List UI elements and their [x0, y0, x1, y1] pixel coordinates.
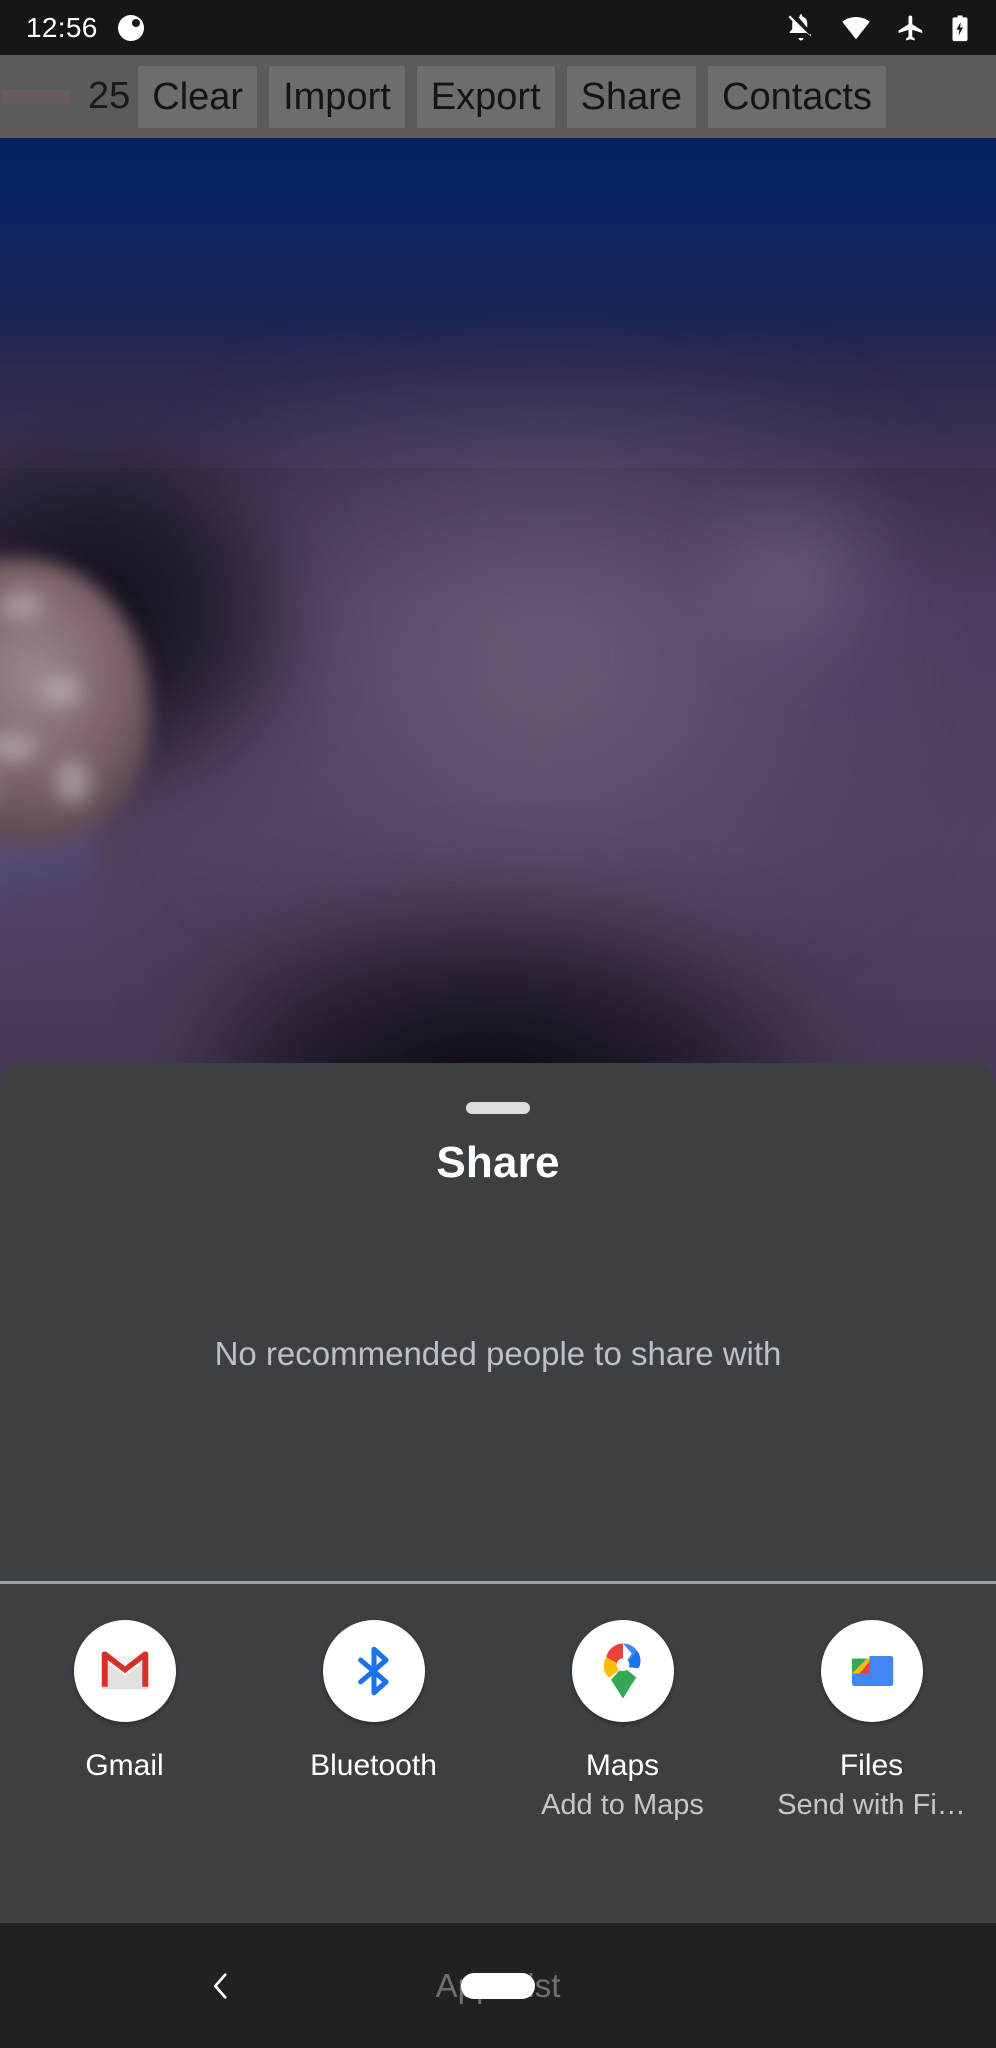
no-recommended-people-message: No recommended people to share with: [214, 1335, 782, 1372]
share-target-subtitle: Add to Maps: [541, 1789, 704, 1821]
share-button[interactable]: Share: [566, 65, 697, 128]
clear-button[interactable]: Clear: [138, 65, 258, 128]
share-targets-row: Gmail Bluetooth Maps Add to Maps Files S…: [0, 1584, 996, 1923]
system-navigation-bar: Apps list: [0, 1923, 996, 2048]
status-bar: 12:56: [0, 0, 996, 55]
share-target-files[interactable]: Files Send with Fi…: [747, 1584, 996, 1923]
share-target-maps[interactable]: Maps Add to Maps: [498, 1584, 747, 1923]
google-files-icon: [820, 1620, 923, 1722]
google-maps-icon: [571, 1620, 674, 1722]
share-target-label: Gmail: [85, 1749, 164, 1782]
airplane-mode-icon: [896, 13, 926, 43]
share-target-label: Bluetooth: [310, 1749, 437, 1782]
share-target-bluetooth[interactable]: Bluetooth: [249, 1584, 498, 1923]
notification-dot-icon: [117, 14, 144, 41]
status-bar-clock: 12:56: [26, 11, 98, 43]
share-target-subtitle: Send with Fi…: [777, 1789, 966, 1821]
item-count-label: 25: [88, 75, 131, 117]
app-toolbar: 25 Clear Import Export Share Contacts: [0, 55, 996, 138]
notifications-off-icon: [786, 13, 816, 43]
share-sheet-title: Share: [436, 1138, 560, 1187]
export-button[interactable]: Export: [416, 65, 555, 128]
sheet-drag-handle[interactable]: [466, 1102, 530, 1114]
phone-screen: 12:56 25 Clear Import Export Share Conta…: [0, 0, 996, 2048]
contacts-button[interactable]: Contacts: [708, 65, 886, 128]
share-target-label: Files: [839, 1749, 904, 1782]
share-target-gmail[interactable]: Gmail: [0, 1584, 249, 1923]
status-bar-left: 12:56: [26, 12, 144, 44]
wifi-icon: [840, 13, 872, 43]
status-bar-right: [786, 13, 970, 43]
import-button[interactable]: Import: [269, 65, 405, 128]
gmail-icon: [73, 1620, 176, 1722]
chevron-left-icon[interactable]: [197, 1962, 245, 2010]
share-bottom-sheet: Share No recommended people to share wit…: [0, 1063, 996, 1923]
share-target-label: Maps: [585, 1749, 660, 1782]
battery-charging-icon: [950, 13, 970, 43]
home-pill-icon[interactable]: [461, 1972, 535, 1999]
bluetooth-icon: [322, 1620, 425, 1722]
toolbar-left-indicator: [2, 89, 70, 104]
